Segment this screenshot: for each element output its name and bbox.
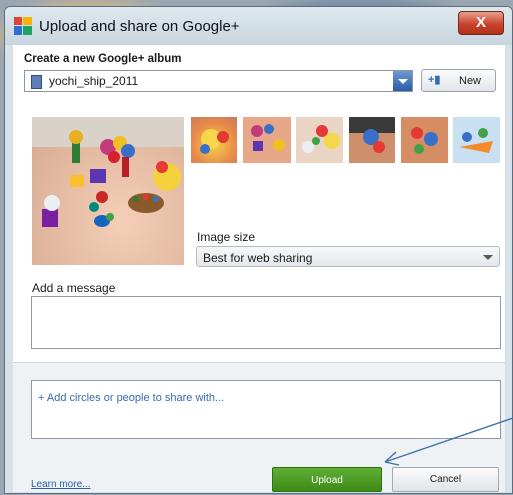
close-button[interactable]: X bbox=[458, 11, 504, 35]
add-album-icon: +▮ bbox=[428, 74, 441, 86]
photo-image bbox=[251, 124, 285, 151]
image-size-value: Best for web sharing bbox=[203, 251, 313, 265]
photo-thumbnail[interactable] bbox=[191, 117, 237, 163]
upload-dialog: Upload and share on Google+ X Create a n… bbox=[4, 6, 513, 494]
cancel-button[interactable]: Cancel bbox=[392, 467, 499, 492]
google-plus-icon bbox=[14, 17, 32, 35]
upload-button[interactable]: Upload bbox=[272, 467, 382, 492]
album-select-value: yochi_ship_2011 bbox=[49, 74, 139, 88]
photo-thumbnail[interactable] bbox=[349, 117, 395, 163]
photo-thumbnail[interactable] bbox=[453, 117, 500, 163]
album-select[interactable]: yochi_ship_2011 bbox=[24, 70, 413, 92]
photo-preview-large[interactable] bbox=[32, 117, 184, 265]
photo-image bbox=[411, 127, 438, 154]
photo-thumbnail[interactable] bbox=[243, 117, 291, 163]
title-bar: Upload and share on Google+ X bbox=[5, 7, 512, 45]
dropdown-arrow-icon[interactable] bbox=[393, 71, 412, 91]
photo-image bbox=[302, 125, 340, 153]
image-size-label: Image size bbox=[197, 230, 256, 244]
window-title: Upload and share on Google+ bbox=[39, 18, 240, 35]
message-label: Add a message bbox=[32, 281, 116, 295]
album-section-label: Create a new Google+ album bbox=[24, 53, 182, 65]
photo-thumbnail[interactable] bbox=[296, 117, 343, 163]
learn-more-link[interactable]: Learn more... bbox=[31, 479, 90, 490]
photo-image bbox=[459, 128, 493, 153]
message-input[interactable] bbox=[31, 296, 501, 349]
new-album-button[interactable]: +▮ New bbox=[421, 69, 496, 92]
share-placeholder: + Add circles or people to share with... bbox=[38, 392, 225, 404]
album-icon bbox=[31, 75, 42, 89]
share-input[interactable]: + Add circles or people to share with... bbox=[31, 380, 501, 439]
share-panel: + Add circles or people to share with...… bbox=[13, 362, 505, 492]
dialog-body: Create a new Google+ album yochi_ship_20… bbox=[13, 45, 505, 492]
chevron-down-icon bbox=[483, 255, 493, 260]
photo-thumbnail[interactable] bbox=[401, 117, 448, 163]
photo-image bbox=[200, 129, 229, 154]
image-size-select[interactable]: Best for web sharing bbox=[196, 246, 500, 267]
new-album-label: New bbox=[459, 75, 482, 87]
photo-image bbox=[32, 117, 184, 227]
photo-image bbox=[349, 117, 395, 153]
desktop: { "window": { "title": "Upload and share… bbox=[0, 0, 513, 495]
